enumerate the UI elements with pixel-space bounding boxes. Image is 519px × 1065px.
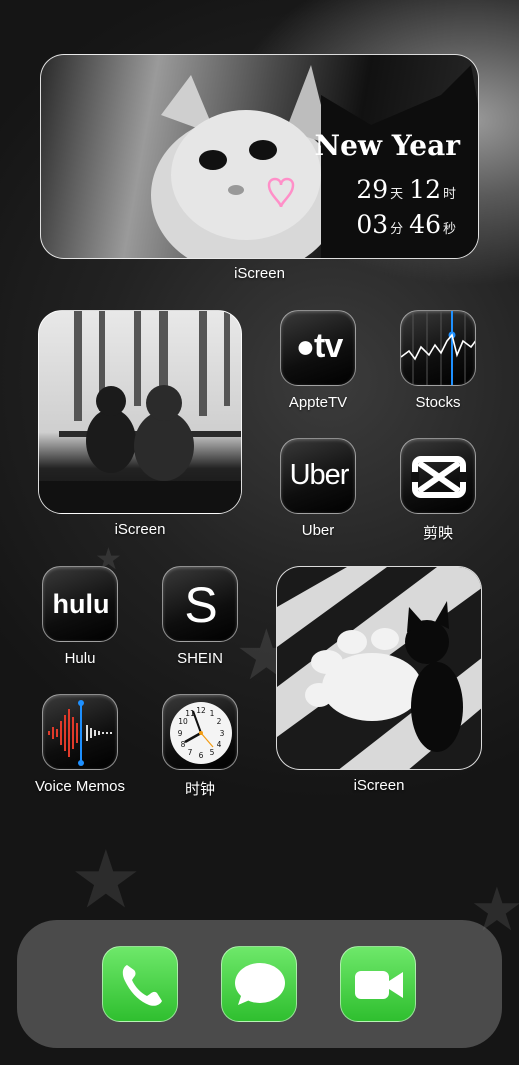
countdown-days: 29 <box>356 175 389 204</box>
stocks-icon <box>401 311 475 385</box>
apple-tv-app[interactable]: ●tv <box>280 310 356 386</box>
snow-cats-widget[interactable] <box>38 310 242 514</box>
new-year-widget[interactable]: New Year 29 天 12 时 03 分 46 秒 <box>40 54 479 259</box>
facetime-icon <box>355 971 403 999</box>
shein-icon: S <box>184 577 218 633</box>
phone-app[interactable] <box>102 946 178 1022</box>
capcut-label: 剪映 <box>422 525 453 542</box>
uber-app[interactable]: Uber <box>280 438 356 514</box>
apple-tv-label: AppteTV <box>288 394 348 411</box>
snow-cats-widget-label: iScreen <box>114 521 166 538</box>
hulu-label: Hulu <box>64 650 96 667</box>
svg-text:6: 6 <box>199 751 204 760</box>
black-cat-photo <box>277 567 481 769</box>
capcut-icon <box>411 456 467 498</box>
svg-text:5: 5 <box>210 748 215 757</box>
shein-label: SHEIN <box>177 650 223 667</box>
countdown-title: New Year <box>314 129 460 162</box>
voice-memos-app[interactable] <box>42 694 118 770</box>
snow-cats-photo <box>39 311 241 513</box>
black-cat-widget-label: iScreen <box>353 777 405 794</box>
stocks-app[interactable] <box>400 310 476 386</box>
shein-app[interactable]: S <box>162 566 238 642</box>
svg-text:12: 12 <box>196 706 206 715</box>
voice-memos-icon <box>48 700 112 766</box>
stocks-label: Stocks <box>415 394 461 411</box>
svg-text:7: 7 <box>188 748 193 757</box>
phone-icon <box>122 965 162 1006</box>
clock-app[interactable]: 12 1 2 3 4567 8 9 10 11 <box>162 694 238 770</box>
uber-label: Uber <box>301 522 335 539</box>
background-star: ★ <box>70 833 142 926</box>
apple-tv-icon: ●tv <box>295 327 344 365</box>
messages-icon <box>235 963 285 1005</box>
voice-memos-label: Voice Memos <box>34 778 126 795</box>
uber-icon: Uber <box>289 459 350 491</box>
svg-text:3: 3 <box>220 729 225 738</box>
countdown-min-sec: 03 分 46 秒 <box>356 210 456 239</box>
svg-text:1: 1 <box>210 709 215 718</box>
svg-text:2: 2 <box>217 717 222 726</box>
hulu-app[interactable]: hulu <box>42 566 118 642</box>
facetime-app[interactable] <box>340 946 416 1022</box>
countdown-seconds: 46 <box>409 210 441 239</box>
new-year-widget-label: iScreen <box>234 265 285 282</box>
capcut-app[interactable] <box>400 438 476 514</box>
svg-text:4: 4 <box>217 740 222 749</box>
messages-app[interactable] <box>221 946 297 1022</box>
black-cat-widget[interactable] <box>276 566 482 770</box>
svg-text:9: 9 <box>178 729 183 738</box>
hulu-icon: hulu <box>52 589 110 619</box>
svg-text:10: 10 <box>178 717 188 726</box>
clock-label: 时钟 <box>184 781 215 798</box>
countdown-days-hours: 29 天 12 时 <box>356 175 456 204</box>
countdown-hours: 12 <box>409 175 441 204</box>
countdown-minutes: 03 <box>356 210 389 239</box>
clock-icon: 12 123 4567 891011 <box>170 702 232 764</box>
